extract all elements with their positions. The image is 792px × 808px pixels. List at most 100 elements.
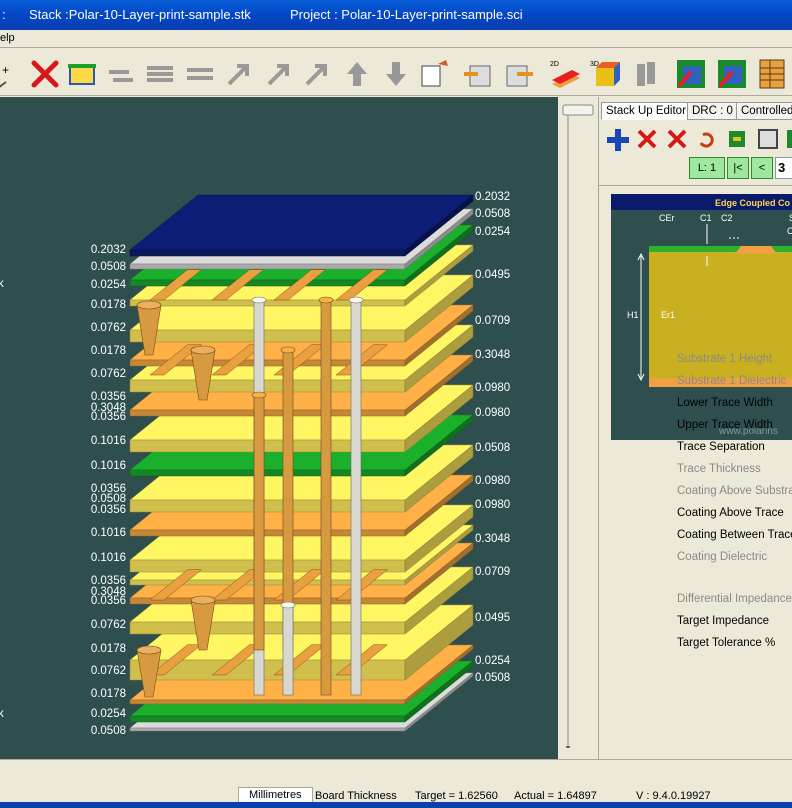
thickness-label: 0.0709	[475, 566, 510, 578]
label-c: C	[787, 226, 792, 236]
menu-bar: elp	[0, 30, 792, 48]
prev-layer-button[interactable]: <	[751, 157, 773, 179]
parameter-label: Target Tolerance %	[677, 637, 776, 649]
thickness-label: 0.0356	[91, 411, 126, 423]
label-er1: Er1	[661, 310, 675, 320]
arrow-up-icon	[341, 58, 373, 90]
status-bar: Millimetres Board Thickness Target = 1.6…	[0, 759, 792, 808]
layer-stack-icon	[145, 58, 177, 90]
diagonal-arrow-icon	[301, 58, 333, 90]
thickness-label: 0.0254	[475, 655, 511, 667]
diagram-title: Edge Coupled Co	[715, 198, 790, 208]
tab-drc[interactable]: DRC : 0	[687, 102, 738, 120]
svg-text:+: +	[2, 63, 9, 77]
buried-via	[280, 601, 296, 696]
thickness-label: 0.2032	[475, 191, 510, 203]
target-value: Target = 1.62560	[415, 790, 498, 802]
units-field[interactable]: Millimetres	[238, 787, 313, 803]
stackup-3d-view[interactable]: 0.2032 0.0508 0.0254 0.0178 0.0762 0.0178 0.07…	[0, 97, 558, 759]
spreadsheet-icon[interactable]	[756, 58, 788, 90]
report-icon[interactable]	[675, 58, 707, 90]
edit-material-icon[interactable]	[418, 58, 450, 90]
add-icon[interactable]: +	[0, 58, 10, 90]
label-c2: C2	[721, 213, 733, 223]
impedance-panel: Stack Up Editor DRC : 0 Controlled L: 1 …	[598, 97, 792, 759]
parameter-label: Trace Thickness	[677, 463, 761, 475]
window-bottom-edge	[0, 802, 792, 808]
thickness-label: 0.0980	[475, 407, 510, 419]
version-label: V : 9.4.0.19927	[636, 790, 711, 802]
tab-stack-up-editor[interactable]: Stack Up Editor	[601, 102, 691, 120]
first-layer-button[interactable]: |<	[727, 157, 749, 179]
through-via	[318, 296, 334, 696]
thickness-label: 0.0762	[91, 322, 126, 334]
thickness-label: 0.0178	[91, 688, 126, 700]
thickness-label: 0.0356	[91, 504, 126, 516]
structure-icon[interactable]	[729, 131, 745, 147]
parameter-label: Coating Dielectric	[677, 551, 768, 563]
title-prefix: :	[2, 7, 6, 22]
delete-layer-icon[interactable]	[637, 129, 657, 149]
view-3d-icon[interactable]: 3D	[590, 58, 622, 90]
metric-label: Board Thickness	[315, 790, 397, 802]
view-slider[interactable]	[558, 97, 598, 759]
diagonal-arrow-icon	[223, 58, 255, 90]
thickness-label: 0.3048	[475, 533, 510, 545]
actual-value: Actual = 1.64897	[514, 790, 597, 802]
stack-file-title: Stack :Polar-10-Layer-print-sample.stk	[29, 7, 251, 22]
delete-all-icon[interactable]	[667, 129, 687, 149]
label-c1: C1	[700, 213, 712, 223]
thickness-label: 0.0178	[91, 643, 126, 655]
layers-disabled-icon	[631, 58, 663, 90]
label-h1: H1	[627, 310, 639, 320]
thickness-label: 0.0508	[91, 725, 126, 737]
arrow-down-icon	[380, 58, 412, 90]
thickness-label: 0.0495	[475, 612, 510, 624]
thickness-label: 0.0495	[475, 269, 510, 281]
thickness-label: 0.0980	[475, 499, 510, 511]
thickness-label: 0.0254	[91, 279, 127, 291]
layer-move-icon	[105, 58, 137, 90]
parameter-label: Coating Above Trace	[677, 507, 784, 519]
parameter-label: Substrate 1 Height	[677, 353, 773, 365]
board-layers	[129, 194, 474, 732]
layer-wave-icon	[185, 58, 217, 90]
import-icon[interactable]	[462, 58, 494, 90]
delete-icon[interactable]	[29, 58, 61, 90]
layer-indicator[interactable]: L: 1	[689, 157, 725, 179]
project-file-title: Project : Polar-10-Layer-print-sample.sc…	[290, 7, 523, 22]
parameter-label: Target Impedance	[677, 615, 770, 627]
tab-controlled[interactable]: Controlled	[736, 102, 792, 120]
export-icon[interactable]	[503, 58, 535, 90]
thickness-label: 0.2032	[91, 244, 126, 256]
thickness-label: 0.0178	[91, 345, 126, 357]
buried-via	[251, 391, 267, 651]
layer-number-field[interactable]: 3	[775, 157, 792, 179]
frame-icon[interactable]	[758, 129, 778, 149]
svg-text:2D: 2D	[550, 61, 559, 68]
thickness-label: 0.1016	[91, 460, 126, 472]
through-via	[348, 296, 364, 696]
thickness-label: 0.0508	[475, 208, 510, 220]
report-print-icon[interactable]	[716, 58, 748, 90]
thickness-label: 0.0762	[91, 619, 126, 631]
layer-thickness-labels-left: 0.2032 0.0508 0.0254 0.0178 0.0762 0.0178 0.07…	[91, 244, 127, 737]
thickness-label: 0.0356	[91, 595, 126, 607]
toolbar: + 2D 3D	[0, 50, 792, 96]
add-layer-icon[interactable]	[607, 129, 629, 151]
thickness-label: 0.0254	[475, 226, 511, 238]
parameter-label: Coating Above Substrat	[677, 485, 792, 497]
thickness-label: 0.0980	[475, 475, 510, 487]
parameter-label: Substrate 1 Dielectric	[677, 375, 787, 387]
thickness-label: 0.0762	[91, 665, 126, 677]
thickness-label: 0.0762	[91, 368, 126, 380]
refresh-icon[interactable]	[699, 132, 714, 148]
edge-label: k	[0, 278, 4, 290]
view-2d-icon[interactable]: 2D	[550, 58, 582, 90]
layer-thickness-labels-right: 0.2032 0.0508 0.0254 0.0495 0.0709 0.3048 0.09…	[475, 191, 511, 684]
thickness-label: 0.0980	[475, 382, 510, 394]
parameter-label: Differential Impedance	[677, 593, 792, 605]
board-frame-icon[interactable]	[66, 58, 98, 90]
slider-thumb[interactable]	[562, 104, 594, 116]
menu-help[interactable]: elp	[0, 32, 15, 44]
